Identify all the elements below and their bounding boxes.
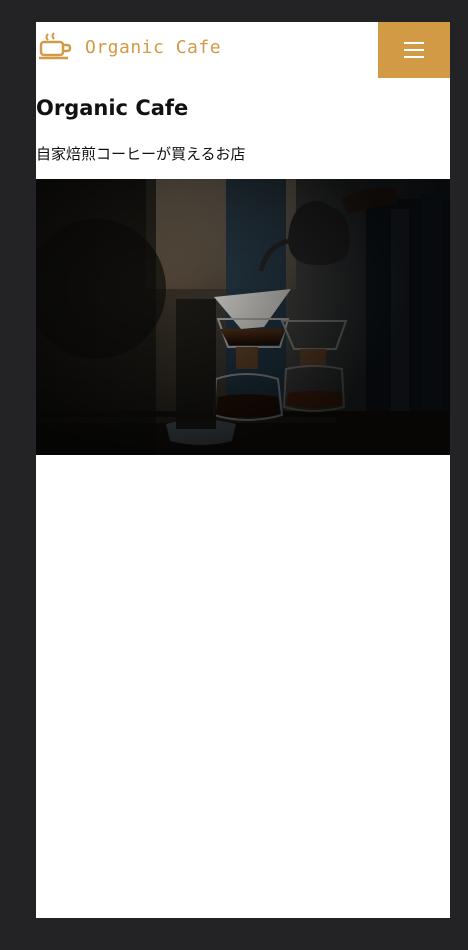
page-subtitle: 自家焙煎コーヒーが買えるお店 [36, 145, 246, 163]
page-title: Organic Cafe [36, 96, 189, 120]
site-header: Organic Cafe [36, 22, 450, 78]
coffee-cup-icon [39, 32, 73, 62]
logo[interactable]: Organic Cafe [39, 32, 221, 62]
logo-text: Organic Cafe [85, 36, 222, 58]
menu-button[interactable] [378, 22, 450, 78]
hamburger-menu-icon [404, 42, 424, 58]
hero-image [36, 179, 450, 455]
page: Organic Cafe Organic Cafe 自家焙煎コーヒーが買えるお店 [36, 22, 450, 918]
